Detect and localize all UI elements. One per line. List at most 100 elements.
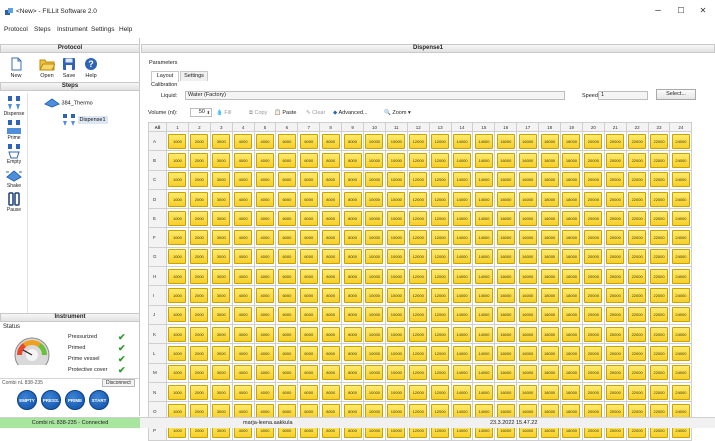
well[interactable]: 16000 — [496, 384, 515, 400]
well[interactable]: 10000 — [387, 249, 406, 265]
well[interactable]: 12000 — [431, 345, 450, 361]
well[interactable]: 16000 — [496, 152, 515, 168]
well[interactable]: 18000 — [562, 384, 581, 400]
well[interactable]: 8000 — [321, 268, 340, 284]
well[interactable]: 2000 — [190, 268, 209, 284]
well[interactable]: 22000 — [628, 249, 647, 265]
well[interactable]: 10000 — [387, 307, 406, 323]
well[interactable]: 2000 — [190, 307, 209, 323]
well[interactable]: 20000 — [584, 365, 603, 381]
well[interactable]: 8000 — [343, 249, 362, 265]
prime-run-button[interactable]: PRIME — [65, 390, 85, 410]
well[interactable]: 10000 — [365, 210, 384, 226]
column-header[interactable]: 22 — [625, 122, 649, 132]
well[interactable]: 8000 — [343, 365, 362, 381]
column-header[interactable]: 17 — [516, 122, 540, 132]
well[interactable]: 8000 — [343, 345, 362, 361]
well[interactable]: 14000 — [453, 307, 472, 323]
well[interactable]: 16000 — [518, 268, 537, 284]
well[interactable]: 2000 — [190, 326, 209, 342]
well[interactable]: 24000 — [671, 230, 690, 246]
well[interactable]: 8000 — [343, 191, 362, 207]
well[interactable]: 4000 — [234, 210, 253, 226]
well[interactable]: 4000 — [234, 268, 253, 284]
tab-layout[interactable]: Layout — [151, 71, 179, 82]
row-header[interactable]: N — [148, 381, 167, 403]
well[interactable]: 20000 — [584, 326, 603, 342]
well[interactable]: 12000 — [409, 288, 428, 304]
well[interactable]: 14000 — [453, 230, 472, 246]
well[interactable]: 18000 — [540, 172, 559, 188]
well[interactable]: 20000 — [584, 288, 603, 304]
well[interactable]: 18000 — [540, 365, 559, 381]
well[interactable]: 22000 — [650, 210, 669, 226]
well[interactable]: 2000 — [190, 288, 209, 304]
well[interactable]: 18000 — [540, 230, 559, 246]
well[interactable]: 10000 — [365, 326, 384, 342]
well[interactable]: 12000 — [431, 133, 450, 149]
well[interactable]: 4000 — [234, 326, 253, 342]
well[interactable]: 14000 — [453, 191, 472, 207]
well[interactable]: 20000 — [584, 345, 603, 361]
well[interactable]: 22000 — [628, 326, 647, 342]
well[interactable]: 14000 — [474, 384, 493, 400]
save-button[interactable]: Save — [58, 57, 80, 79]
column-header[interactable]: 1 — [166, 122, 189, 132]
well[interactable]: 22000 — [628, 307, 647, 323]
row-header[interactable]: F — [148, 227, 167, 248]
well[interactable]: 24000 — [671, 365, 690, 381]
well[interactable]: 22000 — [650, 384, 669, 400]
well[interactable]: 3000 — [212, 249, 231, 265]
well[interactable]: 8000 — [321, 230, 340, 246]
well[interactable]: 6000 — [299, 191, 318, 207]
well[interactable]: 6000 — [299, 288, 318, 304]
well[interactable]: 2000 — [190, 172, 209, 188]
well[interactable]: 20000 — [584, 268, 603, 284]
well[interactable]: 22000 — [628, 268, 647, 284]
row-header[interactable]: B — [148, 150, 167, 171]
well[interactable]: 8000 — [321, 172, 340, 188]
well[interactable]: 3000 — [212, 288, 231, 304]
well[interactable]: 20000 — [606, 307, 625, 323]
well[interactable]: 8000 — [343, 230, 362, 246]
well[interactable]: 8000 — [321, 288, 340, 304]
well[interactable]: 18000 — [562, 288, 581, 304]
well[interactable]: 18000 — [562, 172, 581, 188]
well[interactable]: 22000 — [628, 365, 647, 381]
well[interactable]: 8000 — [321, 345, 340, 361]
well[interactable]: 12000 — [409, 210, 428, 226]
well[interactable]: 18000 — [562, 191, 581, 207]
well[interactable]: 3000 — [212, 172, 231, 188]
well[interactable]: 20000 — [584, 210, 603, 226]
well[interactable]: 4000 — [256, 326, 274, 342]
well[interactable]: 18000 — [540, 307, 559, 323]
well[interactable]: 16000 — [496, 307, 515, 323]
well[interactable]: 16000 — [518, 307, 537, 323]
well[interactable]: 24000 — [671, 191, 690, 207]
well[interactable]: 1000 — [168, 133, 187, 149]
well[interactable]: 10000 — [387, 326, 406, 342]
well[interactable]: 14000 — [474, 326, 493, 342]
column-header[interactable]: 24 — [669, 122, 693, 132]
well[interactable]: 22000 — [628, 210, 647, 226]
well[interactable]: 1000 — [168, 384, 187, 400]
well[interactable]: 18000 — [562, 326, 581, 342]
well[interactable]: 16000 — [518, 345, 537, 361]
well[interactable]: 20000 — [584, 230, 603, 246]
press-run-button[interactable]: PRESS. — [41, 390, 61, 410]
well[interactable]: 20000 — [584, 191, 603, 207]
well[interactable]: 3000 — [212, 307, 231, 323]
well[interactable]: 16000 — [518, 133, 537, 149]
well[interactable]: 14000 — [474, 249, 493, 265]
well[interactable]: 2000 — [190, 210, 209, 226]
well[interactable]: 4000 — [256, 307, 274, 323]
well[interactable]: 22000 — [650, 307, 669, 323]
well[interactable]: 12000 — [409, 268, 428, 284]
well[interactable]: 20000 — [606, 152, 625, 168]
well[interactable]: 6000 — [277, 384, 296, 400]
tab-settings[interactable]: Settings — [180, 71, 208, 81]
well[interactable]: 12000 — [409, 326, 428, 342]
well[interactable]: 6000 — [299, 249, 318, 265]
well[interactable]: 8000 — [321, 191, 340, 207]
well[interactable]: 14000 — [474, 133, 493, 149]
